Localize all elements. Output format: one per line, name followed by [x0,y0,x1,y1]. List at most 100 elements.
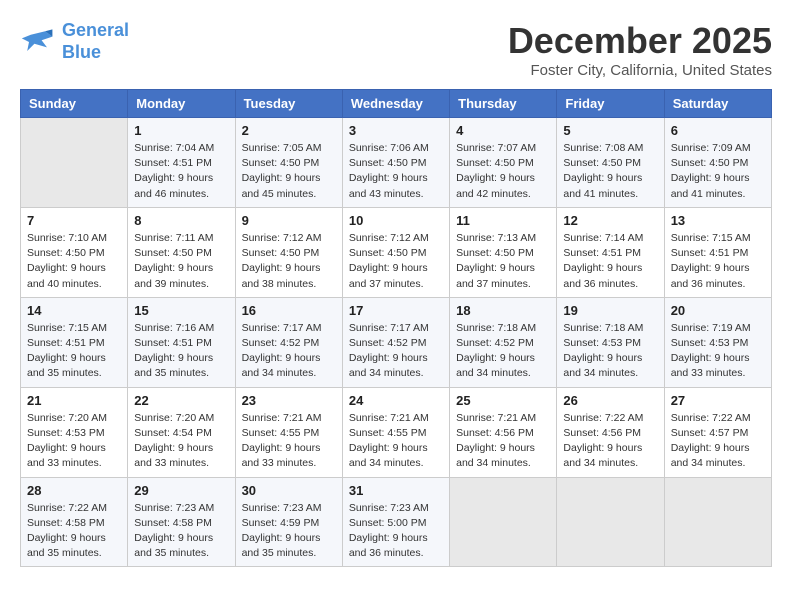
day-number: 18 [456,303,550,318]
day-info: Sunrise: 7:22 AM Sunset: 4:57 PM Dayligh… [671,411,765,472]
weekday-header-thursday: Thursday [450,90,557,118]
calendar-cell: 7Sunrise: 7:10 AM Sunset: 4:50 PM Daylig… [21,207,128,297]
calendar-cell: 2 Sunrise: 7:05 AM Sunset: 4:50 PM Daylig… [235,118,342,208]
day-number: 31 [349,483,443,498]
day-number: 17 [349,303,443,318]
day-number: 9 [242,213,336,228]
day-info: Sunrise: 7:23 AM Sunset: 4:59 PM Dayligh… [242,501,336,562]
day-info: Sunrise: 7:10 AM Sunset: 4:50 PM Dayligh… [27,231,121,292]
day-number: 1 [134,123,228,138]
day-number: 20 [671,303,765,318]
calendar-cell: 5 Sunrise: 7:08 AM Sunset: 4:50 PM Daylig… [557,118,664,208]
calendar-cell: 13Sunrise: 7:15 AM Sunset: 4:51 PM Dayli… [664,207,771,297]
day-number: 2 [242,123,336,138]
calendar-cell: 21 Sunrise: 7:20 AM Sunset: 4:53 PM Dayli… [21,387,128,477]
location-subtitle: Foster City, California, United States [508,62,772,79]
title-block: December 2025 Foster City, California, U… [508,20,772,79]
logo: General Blue [20,20,129,63]
calendar-cell [557,477,664,567]
calendar-cell: 31 Sunrise: 7:23 AM Sunset: 5:00 PM Dayli… [342,477,449,567]
day-number: 21 [27,393,121,408]
week-row-1: 7Sunrise: 7:10 AM Sunset: 4:50 PM Daylig… [21,207,772,297]
calendar-cell [664,477,771,567]
weekday-header-wednesday: Wednesday [342,90,449,118]
day-number: 5 [563,123,657,138]
weekday-header-saturday: Saturday [664,90,771,118]
weekday-header-monday: Monday [128,90,235,118]
calendar-cell: 22Sunrise: 7:20 AM Sunset: 4:54 PM Dayli… [128,387,235,477]
calendar-cell: 19 Sunrise: 7:18 AM Sunset: 4:53 PM Dayli… [557,297,664,387]
day-info: Sunrise: 7:14 AM Sunset: 4:51 PM Dayligh… [563,231,657,292]
calendar-cell: 6Sunrise: 7:09 AM Sunset: 4:50 PM Daylig… [664,118,771,208]
day-number: 3 [349,123,443,138]
calendar-cell: 16 Sunrise: 7:17 AM Sunset: 4:52 PM Dayli… [235,297,342,387]
day-info: Sunrise: 7:12 AM Sunset: 4:50 PM Dayligh… [349,231,443,292]
day-info: Sunrise: 7:18 AM Sunset: 4:53 PM Dayligh… [563,321,657,382]
day-info: Sunrise: 7:04 AM Sunset: 4:51 PM Dayligh… [134,141,228,202]
calendar-cell: 4 Sunrise: 7:07 AM Sunset: 4:50 PM Daylig… [450,118,557,208]
day-info: Sunrise: 7:18 AM Sunset: 4:52 PM Dayligh… [456,321,550,382]
calendar-cell: 9 Sunrise: 7:12 AM Sunset: 4:50 PM Daylig… [235,207,342,297]
day-number: 8 [134,213,228,228]
day-info: Sunrise: 7:23 AM Sunset: 5:00 PM Dayligh… [349,501,443,562]
calendar-cell: 29 Sunrise: 7:23 AM Sunset: 4:58 PM Dayli… [128,477,235,567]
day-number: 13 [671,213,765,228]
calendar-cell: 8 Sunrise: 7:11 AM Sunset: 4:50 PM Daylig… [128,207,235,297]
day-info: Sunrise: 7:22 AM Sunset: 4:58 PM Dayligh… [27,501,121,562]
day-number: 4 [456,123,550,138]
month-title: December 2025 [508,20,772,62]
weekday-header-row: SundayMondayTuesdayWednesdayThursdayFrid… [21,90,772,118]
day-info: Sunrise: 7:20 AM Sunset: 4:53 PM Dayligh… [27,411,121,472]
day-number: 25 [456,393,550,408]
day-number: 26 [563,393,657,408]
day-info: Sunrise: 7:21 AM Sunset: 4:55 PM Dayligh… [349,411,443,472]
calendar-cell: 25Sunrise: 7:21 AM Sunset: 4:56 PM Dayli… [450,387,557,477]
calendar-cell: 24Sunrise: 7:21 AM Sunset: 4:55 PM Dayli… [342,387,449,477]
day-info: Sunrise: 7:12 AM Sunset: 4:50 PM Dayligh… [242,231,336,292]
day-number: 23 [242,393,336,408]
day-info: Sunrise: 7:07 AM Sunset: 4:50 PM Dayligh… [456,141,550,202]
day-info: Sunrise: 7:19 AM Sunset: 4:53 PM Dayligh… [671,321,765,382]
weekday-header-friday: Friday [557,90,664,118]
day-number: 19 [563,303,657,318]
day-info: Sunrise: 7:11 AM Sunset: 4:50 PM Dayligh… [134,231,228,292]
day-number: 16 [242,303,336,318]
calendar-cell [450,477,557,567]
calendar-cell [21,118,128,208]
day-info: Sunrise: 7:13 AM Sunset: 4:50 PM Dayligh… [456,231,550,292]
logo-icon [20,27,56,57]
day-number: 6 [671,123,765,138]
calendar-cell: 27 Sunrise: 7:22 AM Sunset: 4:57 PM Dayli… [664,387,771,477]
day-info: Sunrise: 7:16 AM Sunset: 4:51 PM Dayligh… [134,321,228,382]
logo-blue: Blue [62,42,101,62]
day-number: 29 [134,483,228,498]
calendar-cell: 12 Sunrise: 7:14 AM Sunset: 4:51 PM Dayli… [557,207,664,297]
day-number: 11 [456,213,550,228]
calendar-cell: 23Sunrise: 7:21 AM Sunset: 4:55 PM Dayli… [235,387,342,477]
day-number: 12 [563,213,657,228]
day-info: Sunrise: 7:15 AM Sunset: 4:51 PM Dayligh… [27,321,121,382]
page-header: General Blue December 2025 Foster City, … [20,20,772,79]
day-number: 30 [242,483,336,498]
calendar-cell: 14Sunrise: 7:15 AM Sunset: 4:51 PM Dayli… [21,297,128,387]
calendar-cell: 10 Sunrise: 7:12 AM Sunset: 4:50 PM Dayli… [342,207,449,297]
day-info: Sunrise: 7:08 AM Sunset: 4:50 PM Dayligh… [563,141,657,202]
calendar-cell: 17 Sunrise: 7:17 AM Sunset: 4:52 PM Dayli… [342,297,449,387]
day-number: 10 [349,213,443,228]
calendar-table: SundayMondayTuesdayWednesdayThursdayFrid… [20,89,772,567]
day-info: Sunrise: 7:22 AM Sunset: 4:56 PM Dayligh… [563,411,657,472]
week-row-2: 14Sunrise: 7:15 AM Sunset: 4:51 PM Dayli… [21,297,772,387]
day-number: 27 [671,393,765,408]
calendar-cell: 28Sunrise: 7:22 AM Sunset: 4:58 PM Dayli… [21,477,128,567]
day-info: Sunrise: 7:23 AM Sunset: 4:58 PM Dayligh… [134,501,228,562]
day-info: Sunrise: 7:05 AM Sunset: 4:50 PM Dayligh… [242,141,336,202]
calendar-cell: 3 Sunrise: 7:06 AM Sunset: 4:50 PM Daylig… [342,118,449,208]
calendar-cell: 15 Sunrise: 7:16 AM Sunset: 4:51 PM Dayli… [128,297,235,387]
day-info: Sunrise: 7:17 AM Sunset: 4:52 PM Dayligh… [349,321,443,382]
logo-general: General [62,20,129,40]
day-info: Sunrise: 7:17 AM Sunset: 4:52 PM Dayligh… [242,321,336,382]
day-info: Sunrise: 7:20 AM Sunset: 4:54 PM Dayligh… [134,411,228,472]
day-info: Sunrise: 7:06 AM Sunset: 4:50 PM Dayligh… [349,141,443,202]
week-row-3: 21 Sunrise: 7:20 AM Sunset: 4:53 PM Dayli… [21,387,772,477]
day-number: 15 [134,303,228,318]
